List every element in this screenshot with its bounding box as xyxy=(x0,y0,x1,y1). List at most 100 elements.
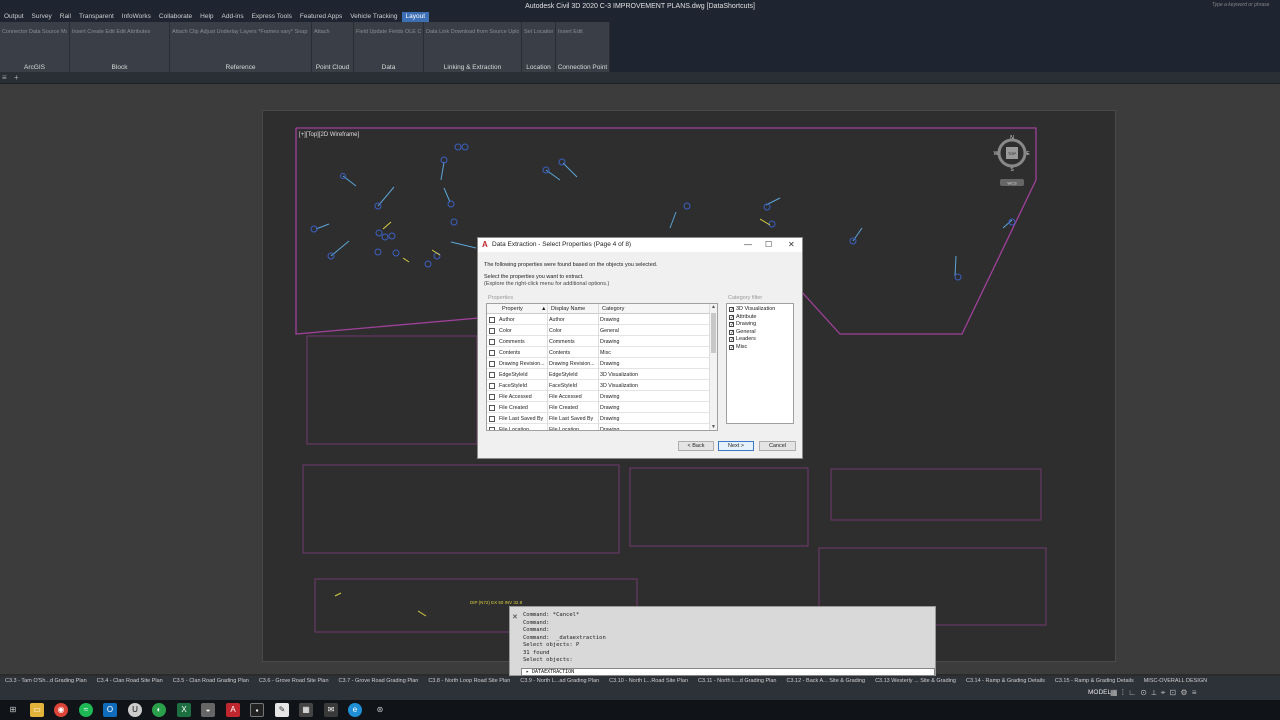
column-header-display-name[interactable]: Display Name xyxy=(551,306,585,312)
dialog-hint: (Explore the right-click menu for additi… xyxy=(484,281,610,287)
outlook-icon[interactable]: O xyxy=(103,703,117,717)
back-button[interactable]: < Back xyxy=(678,441,714,451)
command-input[interactable]: ▸ DATAEXTRACTION xyxy=(521,668,935,676)
maximize-icon[interactable]: ☐ xyxy=(765,240,772,249)
table-cell-display: File Last Saved By xyxy=(549,416,594,422)
table-row[interactable]: File Accessed File Accessed Drawing xyxy=(487,391,711,402)
property-checkbox[interactable] xyxy=(489,416,495,422)
property-checkbox[interactable] xyxy=(489,350,495,356)
command-history-line: Command: xyxy=(523,619,550,626)
cancel-button[interactable]: Cancel xyxy=(759,441,796,451)
command-history-line: Command: *Cancel* xyxy=(523,612,580,618)
layout-tab[interactable]: C3.8 - North Loop Road Site Plan xyxy=(423,676,515,686)
mail-icon[interactable]: ✉ xyxy=(324,703,338,717)
layout-tab[interactable]: C3.5 - Clan Road Grading Plan xyxy=(168,676,254,686)
table-row[interactable]: File Last Saved By File Last Saved By Draw… xyxy=(487,413,711,424)
edge-icon[interactable]: e xyxy=(348,703,362,717)
chrome-icon[interactable]: ◉ xyxy=(54,703,68,717)
category-checkbox[interactable]: ✓ xyxy=(729,344,734,350)
calculator-icon[interactable]: ▦ xyxy=(299,703,313,717)
category-label: Attribute xyxy=(736,313,757,320)
table-row[interactable]: Drawing Revision... Drawing Revision... Dr… xyxy=(487,358,711,369)
property-checkbox[interactable] xyxy=(489,394,495,400)
layout-tab[interactable]: C3.10 - North L...Road Site Plan xyxy=(604,676,693,686)
dialog-title-bar[interactable]: A Data Extraction - Select Properties (P… xyxy=(478,238,802,252)
viewport-controls-label[interactable]: [+][Top][2D Wireframe] xyxy=(299,132,359,138)
table-cell-property: Color xyxy=(499,328,512,334)
excel-icon[interactable]: X xyxy=(177,703,191,717)
layout-tab[interactable]: C3.11 - North L...d Grading Plan xyxy=(693,676,781,686)
app-icon[interactable]: ◒ xyxy=(201,703,215,717)
scroll-down-icon[interactable]: ▼ xyxy=(711,424,716,430)
table-row[interactable]: Color Color General xyxy=(487,325,711,336)
category-checkbox[interactable]: ✓ xyxy=(729,337,734,343)
category-checkbox[interactable]: ✓ xyxy=(729,314,734,320)
minimize-icon[interactable]: — xyxy=(744,240,752,249)
svg-text:WCS: WCS xyxy=(1007,181,1017,186)
document-icon[interactable]: ✎ xyxy=(275,703,289,717)
property-checkbox[interactable] xyxy=(489,361,495,367)
svg-text:W: W xyxy=(994,151,999,157)
file-explorer-icon[interactable]: ▭ xyxy=(30,703,44,717)
scroll-up-icon[interactable]: ▲ xyxy=(711,304,716,310)
layout-tab[interactable]: C3.15 - Ramp & Grading Details xyxy=(1050,676,1139,686)
scroll-thumb[interactable] xyxy=(711,313,716,353)
autocad-icon[interactable]: A xyxy=(226,703,240,717)
table-row[interactable]: Author Author Drawing xyxy=(487,314,711,325)
column-header-category[interactable]: Category xyxy=(602,306,624,312)
layout-tab[interactable]: MISC-OVERALL DESIGN xyxy=(1139,676,1212,686)
table-row[interactable]: File Location File Location Drawing xyxy=(487,424,711,430)
table-row[interactable]: Contents Contents Misc xyxy=(487,347,711,358)
category-checkbox[interactable]: ✓ xyxy=(729,329,734,335)
layout-tab[interactable]: C3.12 - Back A... Site & Grading xyxy=(781,676,870,686)
close-icon[interactable]: ✕ xyxy=(788,240,795,249)
next-button[interactable]: Next > xyxy=(718,441,754,451)
property-checkbox[interactable] xyxy=(489,328,495,334)
table-cell-property: FaceStyleId xyxy=(499,383,527,389)
property-checkbox[interactable] xyxy=(489,383,495,389)
layout-tab[interactable]: C3.3 - Tam O'Sh...d Grading Plan xyxy=(0,676,92,686)
app-icon[interactable]: ⊛ xyxy=(373,703,387,717)
table-row[interactable]: FaceStyleId FaceStyleId 3D Visualization xyxy=(487,380,711,391)
layout-tab[interactable]: C3.14 - Ramp & Grading Details xyxy=(961,676,1050,686)
layout-tab[interactable]: C3.7 - Grove Road Grading Plan xyxy=(334,676,424,686)
table-cell-category: Drawing xyxy=(600,405,620,411)
dialog-title: Data Extraction - Select Properties (Pag… xyxy=(492,241,632,248)
data-extraction-dialog: A Data Extraction - Select Properties (P… xyxy=(477,237,803,459)
category-checkbox[interactable]: ✓ xyxy=(729,307,734,313)
app-icon[interactable]: U xyxy=(128,703,142,717)
property-checkbox[interactable] xyxy=(489,405,495,411)
dialog-instruction: Select the properties you want to extrac… xyxy=(484,274,584,280)
category-item[interactable]: ✓ Misc xyxy=(729,344,747,352)
task-view-icon[interactable]: ⊞ xyxy=(6,703,20,717)
column-header-property[interactable]: Property xyxy=(502,306,523,312)
layout-tab[interactable]: C3.6 - Grove Road Site Plan xyxy=(254,676,334,686)
property-checkbox[interactable] xyxy=(489,427,495,430)
table-cell-category: Drawing xyxy=(600,361,620,367)
spotify-icon[interactable]: ≈ xyxy=(79,703,93,717)
command-history-line: Select objects: P xyxy=(523,642,580,648)
category-label: Leaders xyxy=(736,336,756,342)
model-space-toggle[interactable]: MODEL xyxy=(1088,689,1111,696)
viewcube[interactable]: TOP N S E W WCS xyxy=(994,135,1031,186)
status-toggles[interactable]: ▦ ⁞ ∟ ⊙ ⟂ ⌖ ⊡ ⚙ ≡ xyxy=(1110,688,1197,698)
property-checkbox[interactable] xyxy=(489,339,495,345)
close-icon[interactable]: ✕ xyxy=(512,613,518,621)
properties-table[interactable]: Property ▲ Display Name Category Author A… xyxy=(486,303,718,431)
properties-scrollbar[interactable]: ▲ ▼ xyxy=(709,304,717,430)
table-row[interactable]: EdgeStyleId EdgeStyleId 3D Visualization xyxy=(487,369,711,380)
table-cell-display: EdgeStyleId xyxy=(549,372,578,378)
layout-tab[interactable]: C3.4 - Clan Road Site Plan xyxy=(92,676,168,686)
terminal-icon[interactable]: ▪ xyxy=(250,703,264,717)
layout-tab[interactable]: C3.9 - North L...ad Grading Plan xyxy=(515,676,604,686)
property-checkbox[interactable] xyxy=(489,317,495,323)
app-icon[interactable]: ◐ xyxy=(152,703,166,717)
layout-tab[interactable]: C3.13 Westerly ... Site & Grading xyxy=(870,676,961,686)
property-checkbox[interactable] xyxy=(489,372,495,378)
table-row[interactable]: File Created File Created Drawing xyxy=(487,402,711,413)
table-row[interactable]: Comments Comments Drawing xyxy=(487,336,711,347)
table-cell-category: Drawing xyxy=(600,416,620,422)
table-cell-property: EdgeStyleId xyxy=(499,372,528,378)
dialog-description: The following properties were found base… xyxy=(484,262,658,268)
category-checkbox[interactable]: ✓ xyxy=(729,322,734,328)
